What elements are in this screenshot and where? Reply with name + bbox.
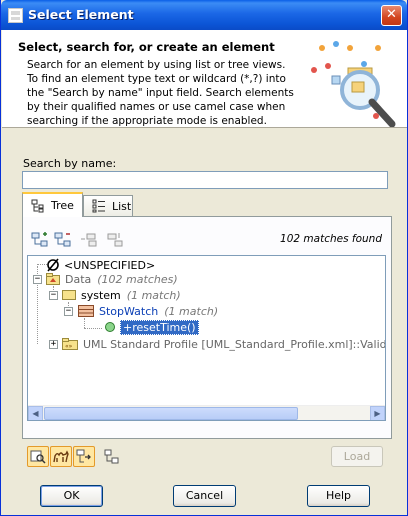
collapse-toggle-data[interactable]: − [33,275,42,284]
search-names-icon [30,450,46,464]
tab-list[interactable]: List [83,195,133,216]
search-in-names-toggle[interactable] [27,446,49,467]
move-down-icon [107,233,123,247]
close-button[interactable]: ✕ [381,5,402,26]
dialog-icon [8,8,23,23]
tree-node-system[interactable]: system (1 match) [62,287,181,303]
tree-node-label: StopWatch [99,304,159,318]
collapse-toggle-system[interactable]: − [49,291,58,300]
element-tree[interactable]: <UNSPECIFIED> − Data (102 matches) − sys… [27,255,386,421]
ok-button[interactable]: OK [40,485,103,507]
matches-count: 102 matches found [280,233,382,245]
tree-node-resettime[interactable]: +resetTime() [104,319,199,335]
collapse-toggle-stopwatch[interactable]: − [64,307,73,316]
search-input[interactable] [22,171,388,189]
scroll-left-icon[interactable]: ◀ [28,406,43,420]
tree-panel: 102 matches found <UNSPECIFIED> − Data (… [22,216,392,439]
empty-set-icon [47,258,59,272]
match-count: (102 matches) [97,272,178,286]
camel-icon [53,450,69,463]
scroll-thumb[interactable] [44,407,298,420]
match-count: (1 match) [126,288,181,302]
tab-list-label: List [112,199,132,213]
auto-expand-toggle[interactable] [73,446,95,467]
help-button[interactable]: Help [307,485,370,507]
tree-node-data[interactable]: Data (102 matches) [46,271,178,287]
svg-text:«»: «» [65,343,73,350]
operation-icon [105,322,115,332]
tree-icon [31,199,44,212]
expand-toggle-uml-profile[interactable]: + [49,340,58,349]
camel-case-toggle[interactable] [50,446,72,467]
load-button[interactable]: Load [331,446,383,467]
package-icon [46,273,60,285]
tree-node-label: Data [65,272,92,286]
title-bar[interactable]: Select Element ✕ [1,0,407,30]
collapse-icon[interactable] [54,231,72,247]
window-title: Select Element [28,7,134,22]
tree-connector [84,328,102,329]
close-icon: ✕ [386,7,397,22]
tree-node-label: system [81,288,121,302]
tree-node-uml-profile[interactable]: «» UML Standard Profile [UML_Standard_Pr… [62,336,386,352]
magnifier-diagram-icon [311,41,396,127]
header-description: Search for an element by using list or t… [27,59,294,127]
class-icon [78,305,94,317]
scroll-right-icon[interactable]: ▶ [370,406,385,420]
match-count: (1 match) [164,304,219,318]
header-panel: Select, search for, or create an element… [2,30,407,128]
tree-node-label: <UNSPECIFIED> [64,258,156,272]
header-title: Select, search for, or create an element [18,40,275,54]
apply-filter-icon[interactable] [102,447,122,466]
tab-tree[interactable]: Tree [22,192,83,217]
tree-node-stopwatch[interactable]: StopWatch (1 match) [78,303,218,319]
tree-node-label: +resetTime() [120,319,199,335]
cancel-button[interactable]: Cancel [173,485,236,507]
expand-icon[interactable] [31,231,49,247]
profile-icon: «» [62,338,78,350]
list-icon [92,199,105,213]
select-element-dialog: Select Element ✕ Select, search for, or … [0,0,408,516]
expand-tree-icon [76,449,91,463]
package-icon [62,290,76,300]
tree-connector [84,318,85,328]
horizontal-scrollbar[interactable]: ◀ ▶ [28,405,385,420]
move-up-icon [81,233,97,247]
tab-tree-label: Tree [51,199,74,212]
search-label: Search by name: [23,157,117,170]
tree-node-label: UML Standard Profile [UML_Standard_Profi… [83,337,386,351]
